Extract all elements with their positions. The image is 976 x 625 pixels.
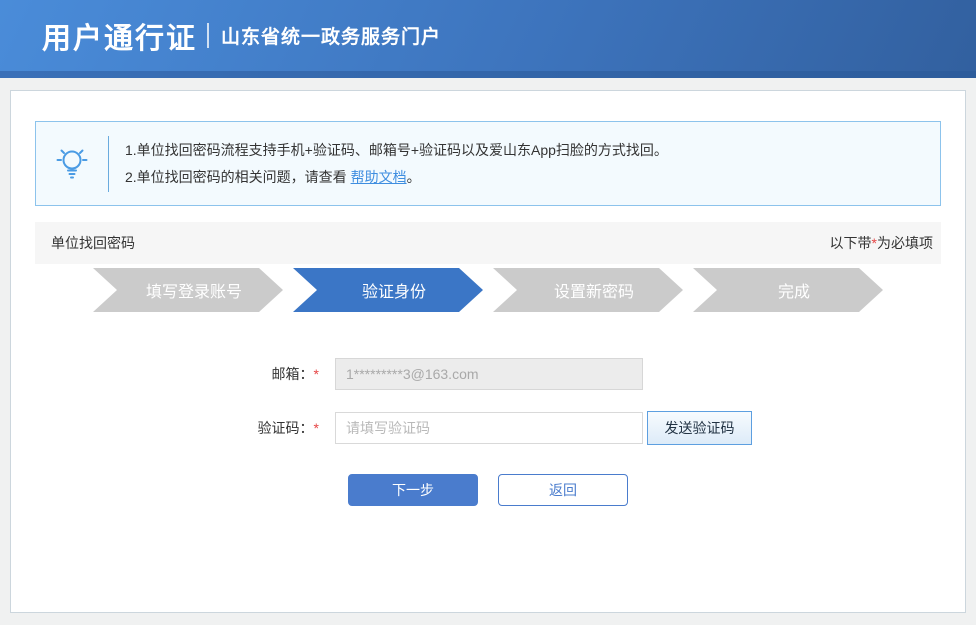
app-header: 用户通行证 山东省统一政务服务门户 — [0, 0, 976, 78]
section-bar: 单位找回密码 以下带*为必填项 — [35, 222, 941, 264]
code-label: 验证码：* — [257, 420, 319, 436]
email-label: 邮箱：* — [271, 366, 319, 382]
form-actions: 下一步 返回 — [11, 474, 965, 506]
main-panel: 1.单位找回密码流程支持手机+验证码、邮箱号+验证码以及爱山东App扫脸的方式找… — [10, 90, 966, 613]
lightbulb-icon — [36, 145, 108, 183]
step-set-new-password: 设置新密码 — [493, 268, 683, 312]
verification-code-input[interactable] — [335, 412, 643, 444]
step-complete: 完成 — [693, 268, 883, 312]
title-divider — [207, 23, 210, 48]
section-title: 单位找回密码 — [51, 235, 135, 251]
next-step-button[interactable]: 下一步 — [348, 474, 478, 506]
step-verify-identity: 验证身份 — [293, 268, 483, 312]
step-fill-account: 填写登录账号 — [93, 268, 283, 312]
code-row: 验证码：* 发送验证码 — [11, 411, 965, 445]
notice-line-1: 1.单位找回密码流程支持手机+验证码、邮箱号+验证码以及爱山东App扫脸的方式找… — [125, 142, 668, 158]
back-button[interactable]: 返回 — [498, 474, 628, 506]
email-required-star: * — [313, 366, 319, 382]
help-doc-link[interactable]: 帮助文档 — [351, 169, 407, 185]
code-required-star: * — [313, 420, 319, 436]
portal-subtitle: 山东省统一政务服务门户 — [221, 27, 442, 48]
email-field — [335, 358, 643, 390]
verify-form: 邮箱：* 验证码：* 发送验证码 — [11, 358, 965, 445]
step-wizard: 填写登录账号 验证身份 设置新密码 完成 — [93, 268, 883, 312]
header-bottom-strip — [0, 71, 976, 78]
app-title: 用户通行证 — [42, 22, 198, 55]
notice-box: 1.单位找回密码流程支持手机+验证码、邮箱号+验证码以及爱山东App扫脸的方式找… — [35, 121, 941, 206]
email-row: 邮箱：* — [11, 358, 965, 390]
required-note: 以下带*为必填项 — [829, 235, 933, 251]
notice-line-2: 2.单位找回密码的相关问题，请查看 帮助文档。 — [125, 169, 421, 185]
send-code-button[interactable]: 发送验证码 — [647, 411, 752, 445]
